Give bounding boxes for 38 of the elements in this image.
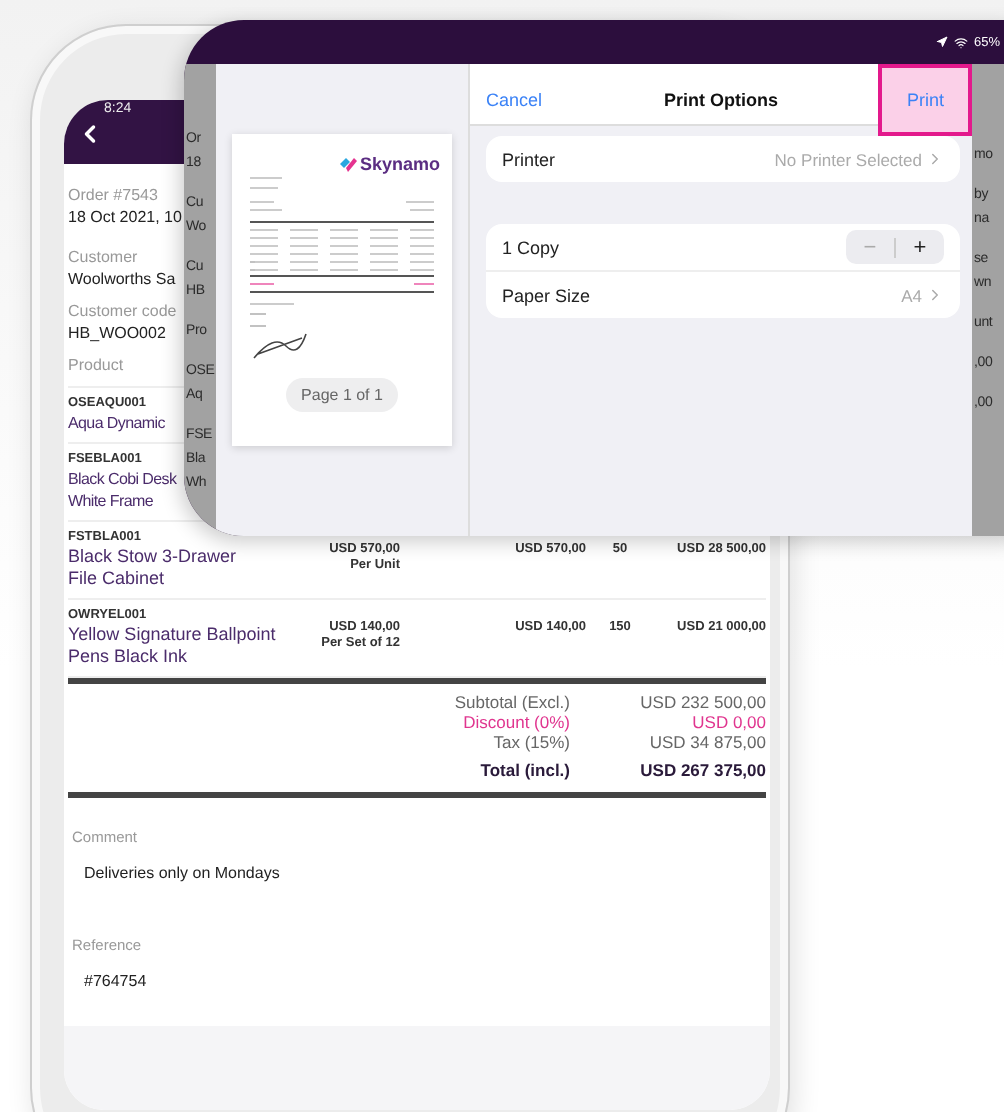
- total-value: USD 232 500,00: [638, 692, 766, 712]
- wifi-icon: [953, 35, 968, 49]
- total-value: USD 0,00: [690, 712, 766, 732]
- product-name: Black Stow 3-Drawer File Cabinet: [68, 546, 237, 590]
- order-number: Order #7543: [68, 184, 158, 206]
- product-name: Yellow Signature Ballpoint Pens Black Ink: [68, 624, 276, 668]
- total-value: USD 34 875,00: [647, 732, 766, 752]
- row-label: 1 Copy: [502, 237, 560, 257]
- total-label: Total (incl.): [478, 760, 570, 780]
- total-value: USD 267 375,00: [638, 760, 766, 780]
- row-label: Printer: [502, 149, 556, 169]
- column-heading: Product: [68, 354, 124, 376]
- product-name: Black Cobi Desk White Frame: [68, 468, 177, 512]
- logo-text: Skynamo: [359, 154, 440, 174]
- logo-icon: [337, 155, 358, 173]
- field-value: Woolworths Sa: [68, 268, 176, 292]
- location-icon: [935, 36, 948, 48]
- order-date: 18 Oct 2021, 10: [68, 206, 182, 230]
- total-label: Subtotal (Excl.): [452, 692, 570, 712]
- comment-text: Deliveries only on Mondays: [84, 864, 282, 882]
- chevron-icon: [926, 150, 944, 168]
- field-label: Customer code: [68, 300, 177, 322]
- total-label: Discount (0%): [461, 712, 570, 732]
- dialog-title: Print Options: [664, 90, 778, 110]
- increment-button[interactable]: +: [896, 235, 944, 259]
- print-button[interactable]: Print: [878, 64, 972, 136]
- field-value: HB_WOO002: [68, 322, 166, 346]
- field-label: Customer: [68, 246, 138, 268]
- page-count: Page 1 of 1: [285, 378, 399, 412]
- row-label: Paper Size: [502, 285, 591, 305]
- chevron-icon: [926, 286, 944, 304]
- printer-select[interactable]: No Printer Selected: [774, 149, 944, 169]
- cancel-button[interactable]: Cancel: [470, 78, 559, 122]
- product-name: Aqua Dynamic: [68, 412, 165, 434]
- total-label: Tax (15%): [491, 732, 570, 752]
- reference-text: #764754: [84, 972, 149, 990]
- paper-size-select[interactable]: A4: [901, 285, 944, 305]
- decrement-button[interactable]: −: [846, 235, 894, 259]
